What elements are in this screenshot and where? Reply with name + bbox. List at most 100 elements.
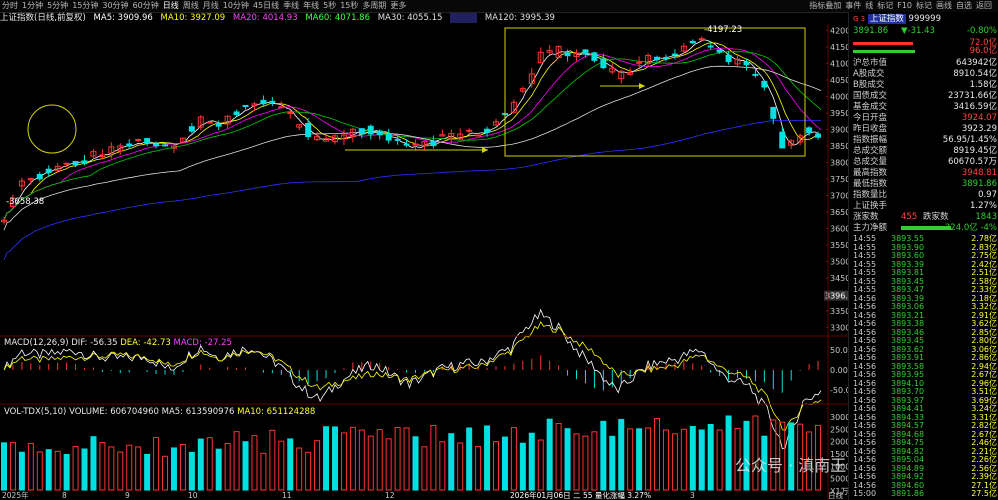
volume-bar (707, 424, 714, 491)
period-tab-4[interactable]: 30分钟 (100, 0, 130, 12)
candle-body (689, 40, 696, 44)
kline-chart[interactable]: -4197.23-3658.38 42004150410040504000395… (0, 24, 848, 500)
candle-body (671, 53, 678, 56)
ma120-line (3, 119, 821, 260)
candle-body (45, 168, 52, 173)
candle-body (63, 162, 70, 165)
price-tick-label: 3700 (830, 191, 848, 200)
stat-value: 3924.07 (961, 113, 997, 123)
toolbar-action-3[interactable]: 标记 (875, 0, 895, 12)
candle-body (144, 138, 151, 144)
vol-tick-label: 30000 (830, 413, 848, 422)
price-tick-label: 3500 (830, 257, 848, 266)
updown-row: 涨家数 455 跌家数 1843 (853, 212, 997, 222)
stat-row: 最低指数 3891.86 (853, 179, 997, 189)
volume-bar (394, 426, 401, 491)
toolbar-action-6[interactable]: 画线 (934, 0, 954, 12)
x-axis-label: 12 (385, 491, 395, 500)
volume-bar (636, 428, 643, 491)
period-tab-1[interactable]: 1分钟 (20, 0, 45, 12)
candle-body (475, 134, 482, 137)
stat-value: 8910.54亿 (953, 69, 997, 79)
highlight-circle (27, 104, 77, 154)
price-tick-label: 3600 (830, 224, 848, 233)
period-tab-15[interactable]: 多周期 (360, 0, 388, 12)
period-tab-14[interactable]: 15秒 (338, 0, 360, 12)
index-name[interactable]: 上证指数 (867, 14, 906, 24)
candle-body (806, 127, 813, 134)
price-tick-label: 3450 (830, 274, 848, 283)
period-tab-0[interactable]: 分时 (0, 0, 20, 12)
macd-dea: DEA: -42.73 (120, 338, 171, 348)
candle-body (815, 133, 822, 138)
ma30-value: MA30: 4055.15 (377, 13, 443, 23)
toolbar-action-1[interactable]: 事件 (843, 0, 863, 12)
volume-bar (72, 446, 79, 491)
period-tab-7[interactable]: 周线 (181, 0, 201, 12)
candle-body (466, 129, 473, 132)
period-tab-13[interactable]: 5秒 (321, 0, 338, 12)
volume-bar (99, 442, 106, 491)
stat-row: 最高指数 3948.81 (853, 168, 997, 178)
down-count: 1843 (975, 212, 997, 222)
volume-bar (430, 424, 437, 491)
toolbar-action-4[interactable]: F10 (895, 0, 914, 12)
candle-body (752, 73, 759, 76)
volume-bar (170, 447, 177, 491)
price-tick-label: 4200 (830, 27, 848, 36)
candle-body (162, 144, 169, 147)
period-tab-5[interactable]: 60分钟 (131, 0, 161, 12)
stat-label: A股成交 (853, 69, 885, 79)
stat-value: 8919.45亿 (953, 146, 997, 156)
period-tab-2[interactable]: 5分钟 (45, 0, 70, 12)
period-tab-11[interactable]: 季线 (281, 0, 301, 12)
toolbar-action-8[interactable]: 返回 (974, 0, 994, 12)
tick-time: 15:00 (853, 489, 877, 498)
candle-body (72, 161, 79, 166)
volume-bar (376, 429, 383, 491)
toolbar-action-0[interactable]: 指标叠加 (807, 0, 843, 12)
volume-bar (457, 442, 464, 491)
toolbar-action-5[interactable]: 标记 (914, 0, 934, 12)
ma20-value: MA20: 4014.93 (232, 13, 298, 23)
volume-bar (108, 446, 115, 491)
volume-bar (117, 451, 124, 491)
volume-bar (1, 442, 7, 491)
candle-body (287, 112, 294, 115)
period-tab-9[interactable]: 10分钟 (221, 0, 251, 12)
volume-bar (412, 436, 419, 491)
volume-bar (81, 448, 88, 491)
period-tab-8[interactable]: 月线 (201, 0, 221, 12)
volume-bar (537, 439, 544, 491)
candle-body (206, 121, 213, 124)
volume-bar (609, 435, 616, 491)
price-row: 3891.86 ▼-31.43 -0.80% (853, 26, 997, 36)
period-tab-3[interactable]: 15分钟 (70, 0, 100, 12)
volume-bar (555, 423, 562, 491)
period-tab-10[interactable]: 45日线 (251, 0, 281, 12)
toolbar-action-7[interactable]: 自选 (954, 0, 974, 12)
period-tab-6[interactable]: 日线 (161, 0, 181, 12)
volume-bar (421, 446, 428, 491)
red-bar (853, 42, 913, 45)
volume-bar (179, 444, 186, 491)
stat-label: 上证换手 (853, 201, 888, 211)
price-tick-label: 3650 (830, 208, 848, 217)
candle-body (662, 57, 669, 60)
volume-bar (698, 429, 705, 491)
price-tick-label: 4000 (830, 93, 848, 102)
candle-body (358, 128, 365, 135)
price-tick-label: 3900 (830, 126, 848, 135)
chart-title: 上证指数(日线,前复权) (0, 13, 86, 23)
volume-bar (689, 426, 696, 491)
toolbar-action-2[interactable]: 线 (863, 0, 875, 12)
stat-value: 56.95/1.45% (942, 135, 997, 145)
volume-bar (671, 433, 678, 491)
volume-bar (528, 432, 535, 491)
candle-body (188, 126, 195, 132)
stat-label: 沪总市值 (853, 58, 888, 68)
price-tick-label: 4150 (830, 43, 848, 52)
period-tab-12[interactable]: 年线 (301, 0, 321, 12)
volume-bar (18, 451, 25, 491)
period-tab-16[interactable]: 更多 (388, 0, 408, 12)
